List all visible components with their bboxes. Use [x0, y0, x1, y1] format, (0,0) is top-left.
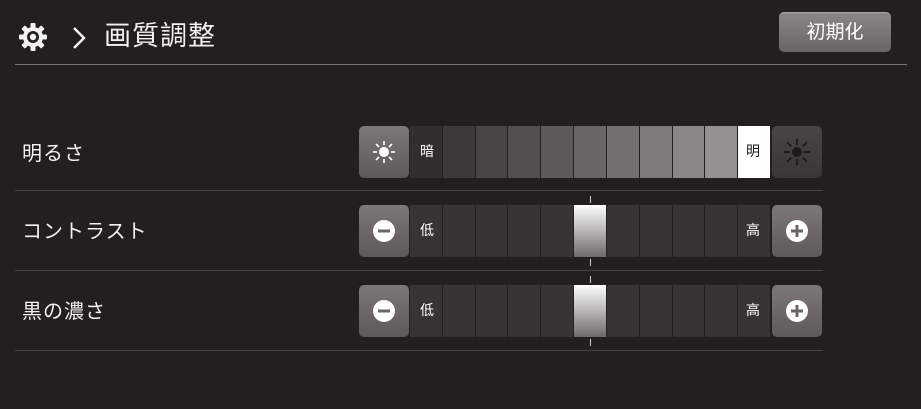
slider-cell[interactable] — [705, 126, 738, 178]
center-marker — [590, 259, 591, 266]
slider-cell[interactable] — [541, 126, 574, 178]
slider-max-label: 高 — [746, 223, 760, 239]
contrast-decrease-button[interactable] — [359, 205, 409, 257]
slider-cell[interactable] — [672, 205, 705, 257]
center-marker — [590, 339, 591, 346]
black-level-decrease-button[interactable] — [359, 285, 409, 337]
slider-cell[interactable] — [639, 285, 672, 337]
row-divider — [15, 350, 823, 351]
slider-min-label: 低 — [420, 223, 434, 239]
slider-min-label: 低 — [420, 303, 434, 319]
contrast-slider-track[interactable]: 低高 — [410, 196, 770, 266]
slider-cell[interactable] — [639, 126, 672, 178]
slider-cell[interactable] — [508, 205, 541, 257]
slider-cell[interactable] — [508, 126, 541, 178]
contrast-label: コントラスト — [22, 219, 148, 243]
minus-circle-icon — [373, 220, 395, 242]
slider-cell[interactable] — [672, 285, 705, 337]
slider-max-label: 高 — [746, 303, 760, 319]
contrast-increase-button[interactable] — [772, 205, 822, 257]
black-level-slider-track[interactable]: 低高 — [410, 276, 770, 346]
center-marker — [590, 196, 591, 203]
slider-cell[interactable] — [606, 205, 639, 257]
slider-cell[interactable] — [475, 126, 508, 178]
slider-cell[interactable] — [574, 205, 606, 257]
slider-cell[interactable] — [508, 285, 541, 337]
gear-icon — [19, 23, 47, 51]
brightness-slider-track[interactable]: 暗明 — [410, 126, 770, 178]
slider-cell[interactable] — [705, 205, 738, 257]
black-level-label: 黒の濃さ — [22, 299, 106, 323]
center-marker — [590, 276, 591, 283]
slider-cell[interactable] — [541, 285, 574, 337]
plus-circle-icon — [786, 300, 808, 322]
slider-cell[interactable] — [639, 205, 672, 257]
row-divider — [15, 190, 823, 191]
reset-button[interactable]: 初期化 — [779, 12, 891, 52]
slider-cell[interactable] — [475, 205, 508, 257]
slider-cell[interactable] — [541, 205, 574, 257]
brightness-decrease-button[interactable] — [359, 126, 409, 178]
black-level-increase-button[interactable] — [772, 285, 822, 337]
slider-min-label: 暗 — [420, 144, 434, 160]
minus-circle-icon — [373, 300, 395, 322]
slider-cell[interactable] — [574, 285, 606, 337]
sun-large-icon — [784, 139, 810, 165]
slider-cell[interactable] — [606, 285, 639, 337]
slider-cell[interactable] — [442, 126, 475, 178]
chevron-right-icon — [73, 27, 86, 49]
brightness-increase-button[interactable] — [772, 126, 822, 178]
slider-cell[interactable] — [672, 126, 705, 178]
slider-cell[interactable] — [606, 126, 639, 178]
header-bar: 画質調整 初期化 — [0, 0, 921, 64]
slider-cell[interactable] — [705, 285, 738, 337]
slider-cell[interactable] — [574, 126, 606, 178]
page-title: 画質調整 — [104, 21, 216, 52]
slider-cell[interactable] — [475, 285, 508, 337]
slider-cell[interactable] — [442, 205, 475, 257]
slider-cell[interactable] — [442, 285, 475, 337]
row-divider — [15, 270, 823, 271]
header-divider — [15, 64, 907, 65]
slider-max-label: 明 — [746, 144, 760, 160]
brightness-label: 明るさ — [22, 141, 85, 165]
sun-small-icon — [373, 141, 395, 163]
plus-circle-icon — [786, 220, 808, 242]
